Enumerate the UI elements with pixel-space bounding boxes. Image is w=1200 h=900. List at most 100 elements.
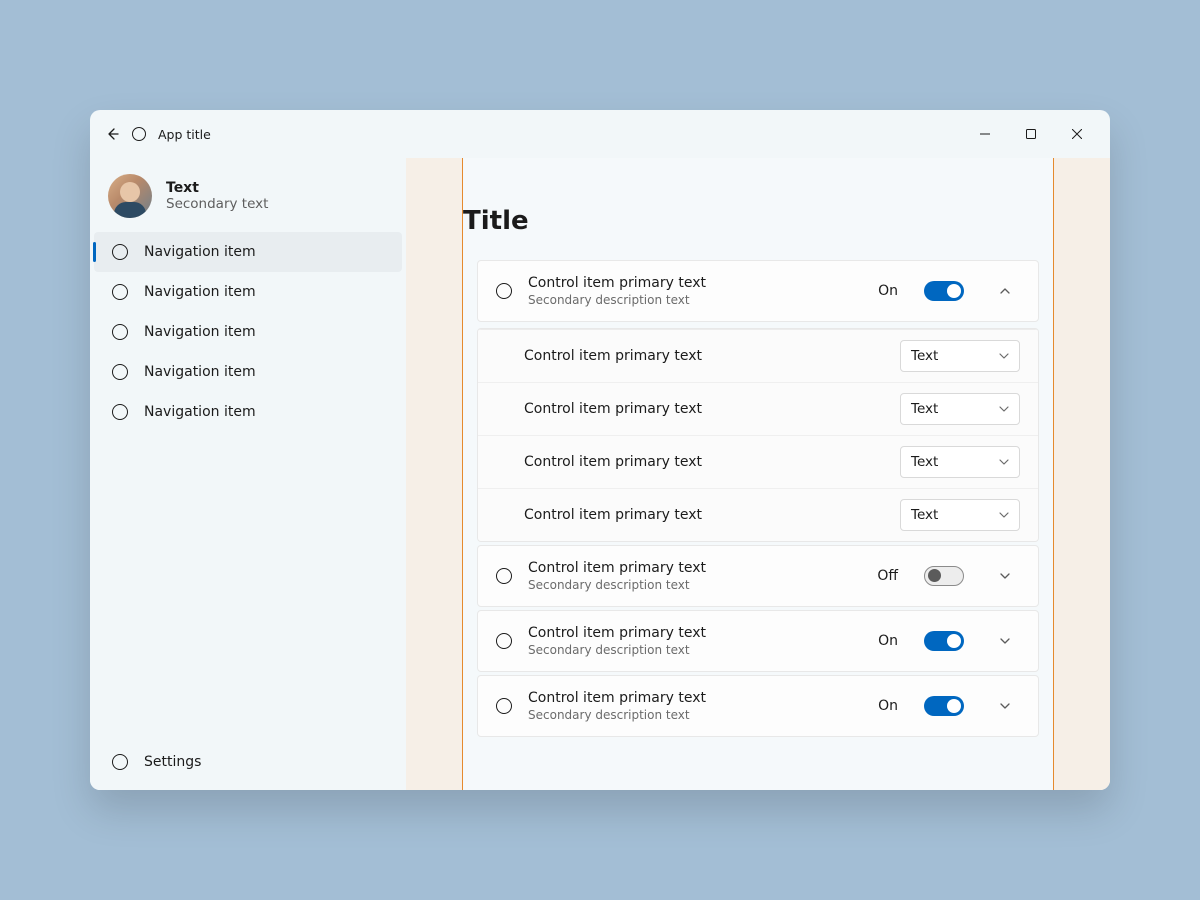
expander-secondary: Secondary description text bbox=[528, 578, 861, 592]
circle-icon bbox=[112, 754, 128, 770]
child-row: Control item primary text Text bbox=[478, 382, 1038, 435]
child-row: Control item primary text Text bbox=[478, 435, 1038, 488]
nav-item-1[interactable]: Navigation item bbox=[94, 272, 402, 312]
combobox-value: Text bbox=[911, 348, 938, 364]
combobox[interactable]: Text bbox=[900, 393, 1020, 425]
app-title: App title bbox=[158, 127, 211, 142]
chevron-down-icon bbox=[999, 510, 1009, 520]
nav-item-label: Navigation item bbox=[144, 324, 256, 340]
maximize-button[interactable] bbox=[1008, 118, 1054, 150]
expander-children: Control item primary text Text bbox=[478, 329, 1038, 541]
expander-header[interactable]: Control item primary text Secondary desc… bbox=[478, 611, 1038, 671]
content: Title Control item primary text Secondar… bbox=[462, 158, 1054, 790]
toggle-state-label: On bbox=[878, 698, 898, 714]
nav-item-3[interactable]: Navigation item bbox=[94, 352, 402, 392]
expander-texts: Control item primary text Secondary desc… bbox=[528, 275, 862, 307]
content-wrap: Title Control item primary text Secondar… bbox=[406, 158, 1110, 790]
combobox[interactable]: Text bbox=[900, 340, 1020, 372]
toggle-switch[interactable] bbox=[924, 631, 964, 651]
combobox[interactable]: Text bbox=[900, 499, 1020, 531]
nav-item-label: Navigation item bbox=[144, 364, 256, 380]
app-icon bbox=[132, 127, 146, 141]
toggle-switch[interactable] bbox=[924, 281, 964, 301]
expander-primary: Control item primary text bbox=[528, 690, 862, 706]
nav-list: Navigation item Navigation item Navigati… bbox=[90, 232, 406, 432]
nav-item-label: Navigation item bbox=[144, 284, 256, 300]
circle-icon bbox=[112, 284, 128, 300]
setting-expander-0: Control item primary text Secondary desc… bbox=[463, 260, 1053, 542]
titlebar-left: App title bbox=[104, 126, 211, 142]
combobox-value: Text bbox=[911, 401, 938, 417]
toggle-state-label: Off bbox=[877, 568, 898, 584]
expander-texts: Control item primary text Secondary desc… bbox=[528, 625, 862, 657]
chevron-down-icon bbox=[999, 404, 1009, 414]
nav-item-2[interactable]: Navigation item bbox=[94, 312, 402, 352]
back-button[interactable] bbox=[104, 126, 120, 142]
layout-guide-left bbox=[406, 158, 462, 790]
circle-icon bbox=[496, 633, 512, 649]
circle-icon bbox=[112, 244, 128, 260]
circle-icon bbox=[112, 364, 128, 380]
profile-block[interactable]: Text Secondary text bbox=[90, 162, 406, 232]
toggle-state-label: On bbox=[878, 283, 898, 299]
titlebar: App title bbox=[90, 110, 1110, 158]
child-primary: Control item primary text bbox=[524, 507, 884, 523]
chevron-down-icon bbox=[999, 457, 1009, 467]
page-title: Title bbox=[463, 158, 1053, 260]
setting-expander-2: Control item primary text Secondary desc… bbox=[477, 610, 1039, 672]
app-window: App title Text Secondary text bbox=[90, 110, 1110, 790]
minimize-button[interactable] bbox=[962, 118, 1008, 150]
circle-icon bbox=[112, 404, 128, 420]
expander-header-card: Control item primary text Secondary desc… bbox=[477, 260, 1039, 322]
setting-expander-3: Control item primary text Secondary desc… bbox=[477, 675, 1039, 737]
expander-texts: Control item primary text Secondary desc… bbox=[528, 690, 862, 722]
nav-item-label: Navigation item bbox=[144, 244, 256, 260]
expander-header[interactable]: Control item primary text Secondary desc… bbox=[478, 261, 1038, 321]
combobox-value: Text bbox=[911, 507, 938, 523]
profile-secondary: Secondary text bbox=[166, 196, 268, 212]
chevron-down-icon[interactable] bbox=[990, 570, 1020, 582]
nav-item-label: Navigation item bbox=[144, 404, 256, 420]
toggle-switch[interactable] bbox=[924, 696, 964, 716]
sidebar: Text Secondary text Navigation item Navi… bbox=[90, 158, 406, 790]
expander-secondary: Secondary description text bbox=[528, 293, 862, 307]
expander-header[interactable]: Control item primary text Secondary desc… bbox=[478, 676, 1038, 736]
expander-header[interactable]: Control item primary text Secondary desc… bbox=[478, 546, 1038, 606]
child-primary: Control item primary text bbox=[524, 401, 884, 417]
child-primary: Control item primary text bbox=[524, 348, 884, 364]
expander-primary: Control item primary text bbox=[528, 275, 862, 291]
settings-list: Control item primary text Secondary desc… bbox=[463, 260, 1053, 761]
combobox-value: Text bbox=[911, 454, 938, 470]
chevron-down-icon[interactable] bbox=[990, 635, 1020, 647]
settings-label: Settings bbox=[144, 754, 201, 770]
avatar bbox=[108, 174, 152, 218]
chevron-down-icon[interactable] bbox=[990, 700, 1020, 712]
child-row: Control item primary text Text bbox=[478, 488, 1038, 541]
chevron-up-icon[interactable] bbox=[990, 285, 1020, 297]
expander-texts: Control item primary text Secondary desc… bbox=[528, 560, 861, 592]
expander-secondary: Secondary description text bbox=[528, 643, 862, 657]
expander-primary: Control item primary text bbox=[528, 560, 861, 576]
circle-icon bbox=[496, 283, 512, 299]
circle-icon bbox=[496, 698, 512, 714]
nav-item-0[interactable]: Navigation item bbox=[94, 232, 402, 272]
toggle-state-label: On bbox=[878, 633, 898, 649]
window-controls bbox=[962, 118, 1100, 150]
chevron-down-icon bbox=[999, 351, 1009, 361]
setting-expander-1: Control item primary text Secondary desc… bbox=[477, 545, 1039, 607]
window-body: Text Secondary text Navigation item Navi… bbox=[90, 158, 1110, 790]
child-primary: Control item primary text bbox=[524, 454, 884, 470]
expander-primary: Control item primary text bbox=[528, 625, 862, 641]
profile-text: Text Secondary text bbox=[166, 180, 268, 212]
expander-children-card: Control item primary text Text bbox=[477, 328, 1039, 542]
expander-secondary: Secondary description text bbox=[528, 708, 862, 722]
combobox[interactable]: Text bbox=[900, 446, 1020, 478]
toggle-switch[interactable] bbox=[924, 566, 964, 586]
close-button[interactable] bbox=[1054, 118, 1100, 150]
circle-icon bbox=[496, 568, 512, 584]
nav-item-4[interactable]: Navigation item bbox=[94, 392, 402, 432]
nav-item-settings[interactable]: Settings bbox=[94, 742, 402, 782]
profile-primary: Text bbox=[166, 180, 268, 196]
child-row: Control item primary text Text bbox=[478, 330, 1038, 382]
sidebar-footer: Settings bbox=[90, 742, 406, 790]
